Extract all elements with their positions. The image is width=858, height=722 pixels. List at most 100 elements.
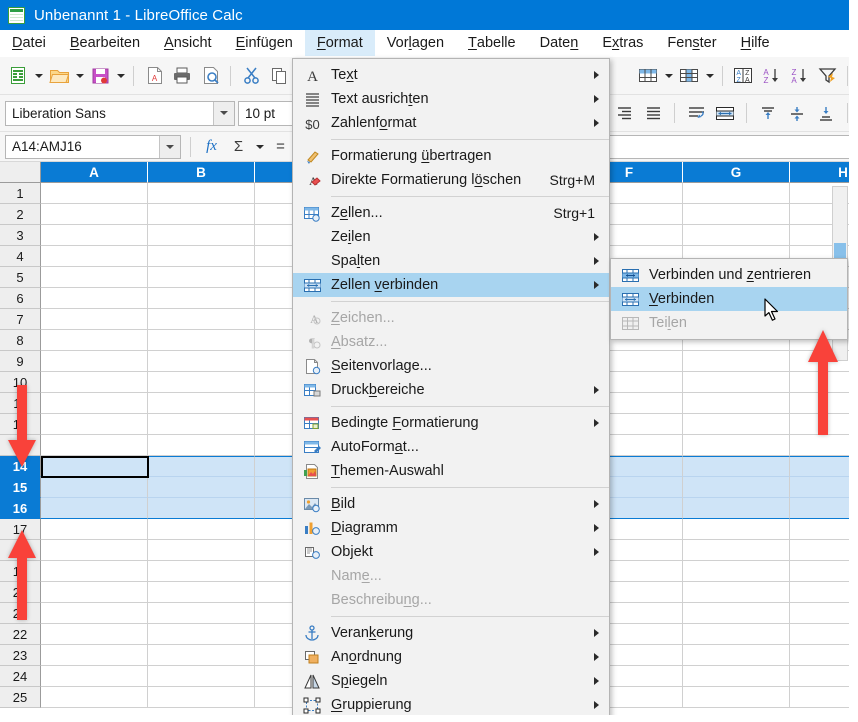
merge-submenu-item-verbinden-und-zentrieren[interactable]: Verbinden und zentrieren: [611, 263, 847, 287]
cell-A6[interactable]: [41, 288, 148, 309]
new-document-dropdown-icon[interactable]: [33, 64, 44, 88]
row-header-3[interactable]: 3: [0, 225, 41, 246]
open-document-icon[interactable]: [46, 63, 72, 89]
cell-B14[interactable]: [148, 456, 255, 477]
row-header-25[interactable]: 25: [0, 687, 41, 708]
format-menu-item-formatierung-bertragen[interactable]: Formatierung übertragen: [293, 144, 609, 168]
cell-G22[interactable]: [683, 624, 790, 645]
cell-B24[interactable]: [148, 666, 255, 687]
cell-H23[interactable]: [790, 645, 858, 666]
insert-columns-dropdown-icon[interactable]: [704, 64, 715, 88]
format-menu[interactable]: A Text Text ausrichten $0 Zahlenformat Format…: [292, 58, 610, 722]
cell-G24[interactable]: [683, 666, 790, 687]
cell-B8[interactable]: [148, 330, 255, 351]
cell-B20[interactable]: [148, 582, 255, 603]
cell-G21[interactable]: [683, 603, 790, 624]
row-header-9[interactable]: 9: [0, 351, 41, 372]
merge-cells-submenu[interactable]: Verbinden und zentrieren Verbinden Teilen: [610, 258, 848, 340]
cell-A1[interactable]: [41, 183, 148, 204]
column-header-G[interactable]: G: [683, 162, 790, 183]
align-justified-icon[interactable]: [640, 100, 666, 126]
format-menu-item-diagramm[interactable]: Diagramm: [293, 516, 609, 540]
cell-A8[interactable]: [41, 330, 148, 351]
menubar-item-bearbeiten[interactable]: Bearbeiten: [58, 30, 152, 56]
format-menu-item-bedingte-formatierung[interactable]: Bedingte Formatierung: [293, 411, 609, 435]
save-document-icon[interactable]: [87, 63, 113, 89]
copy-icon[interactable]: [266, 63, 292, 89]
cell-A12[interactable]: [41, 414, 148, 435]
autofilter-icon[interactable]: [814, 63, 840, 89]
cell-H18[interactable]: [790, 540, 858, 561]
cell-A7[interactable]: [41, 309, 148, 330]
menubar-item-einfgen[interactable]: Einfügen: [224, 30, 305, 56]
cell-B13[interactable]: [148, 435, 255, 456]
cell-A17[interactable]: [41, 519, 148, 540]
cell-B22[interactable]: [148, 624, 255, 645]
cell-B1[interactable]: [148, 183, 255, 204]
cell-G9[interactable]: [683, 351, 790, 372]
print-preview-icon[interactable]: [197, 63, 223, 89]
align-top-icon[interactable]: [755, 100, 781, 126]
insert-columns-icon[interactable]: [676, 63, 702, 89]
row-header-4[interactable]: 4: [0, 246, 41, 267]
cut-icon[interactable]: [238, 63, 264, 89]
cell-H19[interactable]: [790, 561, 858, 582]
cell-B11[interactable]: [148, 393, 255, 414]
cell-B19[interactable]: [148, 561, 255, 582]
cell-H20[interactable]: [790, 582, 858, 603]
sigma-icon[interactable]: Σ: [227, 135, 250, 159]
row-header-23[interactable]: 23: [0, 645, 41, 666]
format-menu-item-verankerung[interactable]: Verankerung: [293, 621, 609, 645]
cell-B6[interactable]: [148, 288, 255, 309]
format-menu-item-objekt[interactable]: Objekt: [293, 540, 609, 564]
format-menu-item-anordnung[interactable]: Anordnung: [293, 645, 609, 669]
cell-B9[interactable]: [148, 351, 255, 372]
cell-B16[interactable]: [148, 498, 255, 519]
sum-dropdown-icon[interactable]: [254, 135, 265, 159]
cell-B21[interactable]: [148, 603, 255, 624]
column-header-H[interactable]: H: [790, 162, 858, 183]
cell-A9[interactable]: [41, 351, 148, 372]
menubar-item-datei[interactable]: Datei: [0, 30, 58, 56]
cell-G19[interactable]: [683, 561, 790, 582]
align-bottom-icon[interactable]: [813, 100, 839, 126]
cell-G18[interactable]: [683, 540, 790, 561]
cell-G14[interactable]: [683, 456, 790, 477]
cell-A3[interactable]: [41, 225, 148, 246]
wrap-text-icon[interactable]: [683, 100, 709, 126]
cell-A4[interactable]: [41, 246, 148, 267]
cell-H16[interactable]: [790, 498, 858, 519]
cell-B23[interactable]: [148, 645, 255, 666]
cell-H17[interactable]: [790, 519, 858, 540]
cell-B15[interactable]: [148, 477, 255, 498]
align-right-icon[interactable]: [611, 100, 637, 126]
row-header-24[interactable]: 24: [0, 666, 41, 687]
sort-dialog-icon[interactable]: AZZA: [730, 63, 756, 89]
cell-B25[interactable]: [148, 687, 255, 708]
cell-G10[interactable]: [683, 372, 790, 393]
format-menu-item-zellen[interactable]: Zellen... Strg+1: [293, 201, 609, 225]
cell-A20[interactable]: [41, 582, 148, 603]
font-name-dropdown-icon[interactable]: [213, 101, 234, 125]
cell-A10[interactable]: [41, 372, 148, 393]
cell-A16[interactable]: [41, 498, 148, 519]
cell-H21[interactable]: [790, 603, 858, 624]
format-menu-item-druckbereiche[interactable]: Druckbereiche: [293, 378, 609, 402]
cell-A22[interactable]: [41, 624, 148, 645]
cell-G17[interactable]: [683, 519, 790, 540]
cell-A19[interactable]: [41, 561, 148, 582]
name-box[interactable]: A14:AMJ16: [5, 134, 181, 159]
cell-A13[interactable]: [41, 435, 148, 456]
cell-A11[interactable]: [41, 393, 148, 414]
format-menu-item-bild[interactable]: Bild: [293, 492, 609, 516]
cell-A2[interactable]: [41, 204, 148, 225]
column-header-A[interactable]: A: [41, 162, 148, 183]
align-center-vertical-icon[interactable]: [784, 100, 810, 126]
cell-H24[interactable]: [790, 666, 858, 687]
export-pdf-icon[interactable]: A: [141, 63, 167, 89]
format-menu-item-zellen-verbinden[interactable]: Zellen verbinden: [293, 273, 609, 297]
cell-H13[interactable]: [790, 435, 858, 456]
cell-G13[interactable]: [683, 435, 790, 456]
format-menu-item-gruppierung[interactable]: Gruppierung: [293, 693, 609, 717]
menubar-item-hilfe[interactable]: Hilfe: [729, 30, 782, 56]
